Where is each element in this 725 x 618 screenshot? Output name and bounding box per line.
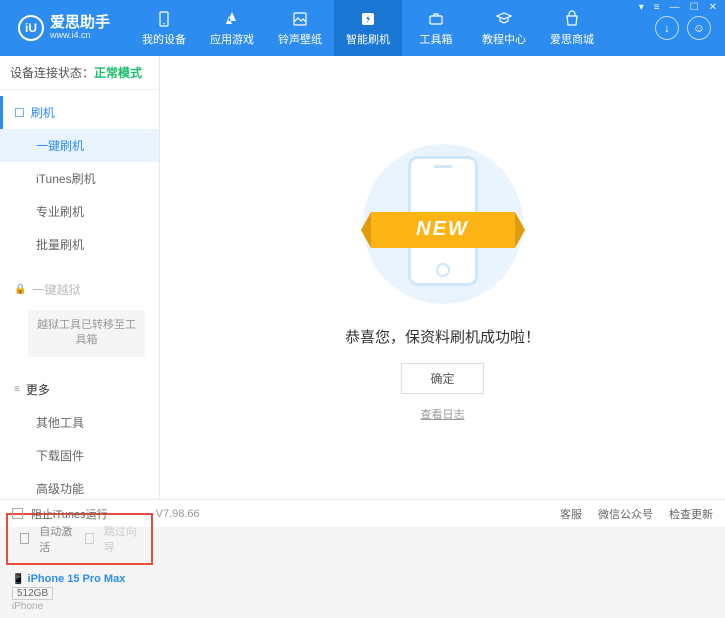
skip-guide-label: 跳过向导 — [104, 523, 139, 555]
device-info[interactable]: 📱 iPhone 15 Pro Max 512GB iPhone — [0, 567, 159, 618]
close-icon[interactable]: ✕ — [707, 2, 719, 13]
ok-button[interactable]: 确定 — [401, 363, 483, 394]
sidebar-item-batch-flash[interactable]: 批量刷机 — [0, 228, 159, 261]
flash-icon — [359, 10, 377, 28]
wallpaper-icon — [291, 10, 309, 28]
download-icon[interactable]: ↓ — [655, 16, 679, 40]
app-title: 爱思助手 — [50, 15, 110, 32]
toolbox-icon — [427, 10, 445, 28]
sidebar-item-other-tools[interactable]: 其他工具 — [0, 406, 159, 439]
footer-wechat[interactable]: 微信公众号 — [598, 506, 653, 522]
sidebar-section-jailbreak: 🔒 一键越狱 — [0, 273, 159, 306]
device-type: iPhone — [12, 601, 43, 612]
nav-label: 工具箱 — [420, 31, 453, 47]
menu-icon[interactable]: ▾ — [637, 2, 646, 13]
skip-guide-checkbox[interactable] — [85, 533, 94, 544]
sidebar-item-download-firmware[interactable]: 下载固件 — [0, 439, 159, 472]
nav-toolbox[interactable]: 工具箱 — [402, 0, 470, 56]
success-illustration: NEW — [353, 134, 533, 314]
auto-activate-checkbox[interactable] — [20, 533, 29, 544]
main-content: NEW 恭喜您，保资料刷机成功啦！ 确定 查看日志 — [160, 56, 725, 499]
list-icon: ≡ — [14, 384, 20, 395]
nav-label: 爱思商城 — [550, 31, 594, 47]
nav-label: 应用游戏 — [210, 31, 254, 47]
nav-label: 教程中心 — [482, 31, 526, 47]
flash-section-icon: ☐ — [14, 106, 25, 120]
nav-label: 我的设备 — [142, 31, 186, 47]
block-itunes-checkbox[interactable] — [12, 508, 23, 519]
main-nav: 我的设备 应用游戏 铃声壁纸 智能刷机 工具箱 教程中心 — [130, 0, 606, 56]
minimize-icon[interactable]: — — [668, 2, 682, 13]
user-icon[interactable]: ☺ — [687, 16, 711, 40]
phone-icon: 📱 — [12, 574, 24, 585]
version-label: V7.98.66 — [156, 508, 200, 520]
footer-support[interactable]: 客服 — [560, 506, 582, 522]
section-label: 更多 — [26, 381, 50, 398]
nav-flash[interactable]: 智能刷机 — [334, 0, 402, 56]
sidebar-item-oneclick-flash[interactable]: 一键刷机 — [0, 129, 159, 162]
device-name: iPhone 15 Pro Max — [28, 573, 126, 585]
sidebar-item-itunes-flash[interactable]: iTunes刷机 — [0, 162, 159, 195]
auto-activate-label: 自动激活 — [39, 523, 74, 555]
connection-status: 设备连接状态：正常模式 — [0, 56, 159, 90]
sidebar: 设备连接状态：正常模式 ☐ 刷机 一键刷机 iTunes刷机 专业刷机 批量刷机… — [0, 56, 160, 499]
status-label: 设备连接状态： — [10, 66, 94, 80]
maximize-icon[interactable]: ☐ — [688, 2, 701, 13]
nav-my-device[interactable]: 我的设备 — [130, 0, 198, 56]
view-log-link[interactable]: 查看日志 — [421, 406, 465, 422]
window-controls: ▾ ≡ — ☐ ✕ — [637, 2, 719, 13]
nav-ringtones[interactable]: 铃声壁纸 — [266, 0, 334, 56]
section-label: 一键越狱 — [32, 281, 80, 298]
success-message: 恭喜您，保资料刷机成功啦！ — [345, 326, 540, 347]
sidebar-section-more[interactable]: ≡ 更多 — [0, 373, 159, 406]
status-value: 正常模式 — [94, 66, 142, 80]
footer-update[interactable]: 检查更新 — [669, 506, 713, 522]
logo: iU 爱思助手 www.i4.cn — [8, 15, 120, 41]
nav-label: 铃声壁纸 — [278, 31, 322, 47]
sidebar-section-flash[interactable]: ☐ 刷机 — [0, 96, 159, 129]
lock-icon: 🔒 — [14, 284, 26, 295]
device-storage: 512GB — [12, 587, 53, 600]
apps-icon — [223, 10, 241, 28]
app-header: ▾ ≡ — ☐ ✕ iU 爱思助手 www.i4.cn 我的设备 应用游戏 — [0, 0, 725, 56]
device-icon — [155, 10, 173, 28]
nav-tutorials[interactable]: 教程中心 — [470, 0, 538, 56]
sidebar-item-pro-flash[interactable]: 专业刷机 — [0, 195, 159, 228]
jailbreak-note: 越狱工具已转移至工具箱 — [28, 310, 145, 357]
settings-icon[interactable]: ≡ — [652, 2, 662, 13]
nav-label: 智能刷机 — [346, 31, 390, 47]
logo-icon: iU — [18, 15, 44, 41]
nav-apps[interactable]: 应用游戏 — [198, 0, 266, 56]
footer: 阻止iTunes运行 V7.98.66 客服 微信公众号 检查更新 — [0, 499, 725, 527]
tutorial-icon — [495, 10, 513, 28]
nav-store[interactable]: 爱思商城 — [538, 0, 606, 56]
store-icon — [563, 10, 581, 28]
new-ribbon: NEW — [371, 212, 515, 248]
section-label: 刷机 — [31, 104, 55, 121]
block-itunes-label: 阻止iTunes运行 — [31, 506, 108, 522]
app-subtitle: www.i4.cn — [50, 31, 110, 41]
